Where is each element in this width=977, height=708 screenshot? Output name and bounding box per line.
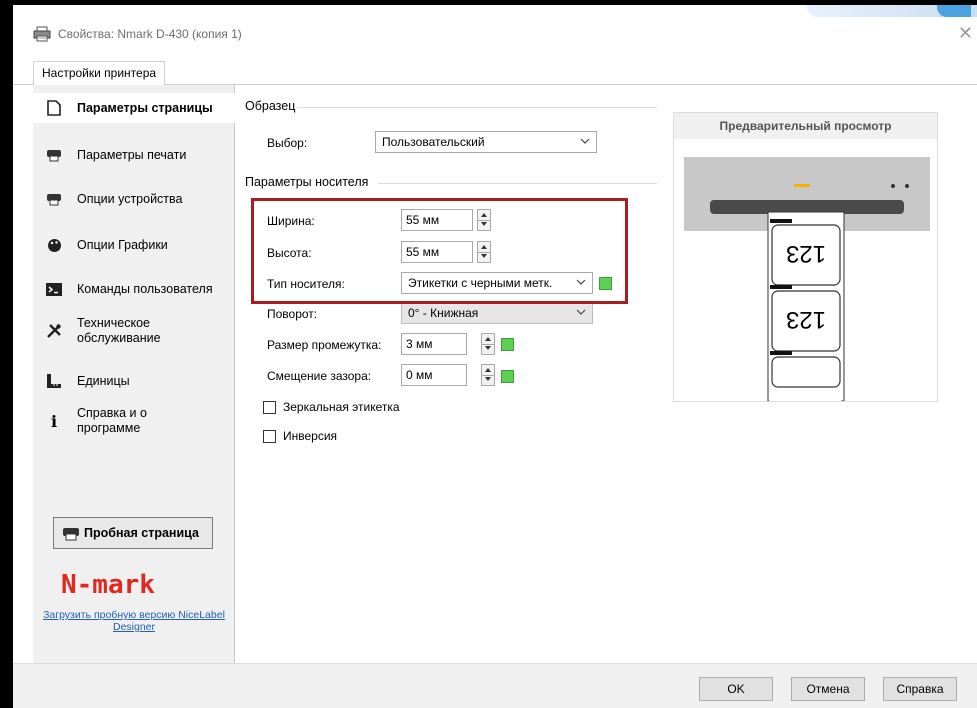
- sidebar-item-label: Параметры печати: [77, 147, 187, 162]
- sidebar-item-user-commands[interactable]: Команды пользователя: [33, 275, 235, 303]
- chevron-down-icon: [580, 138, 590, 144]
- sidebar-item-label: Единицы: [77, 373, 130, 388]
- close-icon[interactable]: ✕: [958, 24, 973, 42]
- rotation-value: 0° - Книжная: [408, 306, 479, 320]
- gap-size-input[interactable]: 3 мм: [401, 333, 467, 355]
- test-page-button[interactable]: Пробная страница: [53, 517, 213, 549]
- sidebar-item-label: Техническое обслуживание: [77, 316, 161, 345]
- background-decoration: [807, 5, 977, 17]
- sidebar: Параметры страницы Параметры печати Опци…: [33, 85, 235, 663]
- sample-group-label: Образец: [245, 99, 296, 113]
- download-nicelabel-link[interactable]: Загрузить пробную версию NiceLabel Desig…: [33, 609, 235, 633]
- label-preview-image: 123 123: [684, 157, 930, 401]
- printer-icon: [63, 528, 79, 541]
- sidebar-item-label: Команды пользователя: [77, 281, 213, 296]
- printer-icon: [45, 191, 63, 207]
- page-icon: [45, 100, 63, 116]
- settings-panel: Параметры страницы Параметры печати Опци…: [33, 85, 977, 663]
- sidebar-item-maintenance[interactable]: Техническое обслуживание: [33, 313, 235, 349]
- nmark-logo: N-mark: [61, 570, 155, 599]
- preview-label-text: 123: [786, 306, 826, 333]
- help-button[interactable]: Справка: [883, 677, 957, 701]
- tab-strip: Настройки принтера: [13, 51, 977, 85]
- invert-checkbox[interactable]: [263, 430, 276, 443]
- rotation-dropdown[interactable]: 0° - Книжная: [401, 302, 593, 324]
- terminal-icon: [45, 281, 63, 297]
- sidebar-item-graphics-options[interactable]: Опции Графики: [33, 231, 235, 259]
- group-divider: [378, 183, 657, 184]
- svg-text:N-mark: N-mark: [61, 570, 155, 599]
- green-indicator: [501, 370, 514, 383]
- sidebar-item-units[interactable]: Единицы: [33, 367, 235, 395]
- gap-size-label: Размер промежутка:: [267, 338, 382, 352]
- preview-label-text: 123: [786, 240, 826, 267]
- sidebar-item-device-options[interactable]: Опции устройства: [33, 185, 235, 213]
- gap-offset-input[interactable]: 0 мм: [401, 364, 467, 386]
- sidebar-item-help-about[interactable]: i Справка и о программе: [33, 401, 235, 441]
- sidebar-item-label: Справка и о программе: [77, 406, 147, 435]
- sidebar-item-label: Параметры страницы: [77, 100, 213, 115]
- media-group-label: Параметры носителя: [245, 175, 369, 189]
- gap-size-stepper[interactable]: [481, 333, 495, 355]
- info-icon: i: [50, 411, 58, 431]
- tab-printer-settings[interactable]: Настройки принтера: [33, 61, 166, 85]
- highlight-frame: [251, 198, 628, 304]
- test-page-label: Пробная страница: [84, 526, 199, 540]
- rotation-label: Поворот:: [267, 307, 318, 321]
- gap-offset-label: Смещение зазора:: [267, 369, 372, 383]
- selection-label: Выбор:: [267, 136, 308, 150]
- sidebar-item-page-settings[interactable]: Параметры страницы: [33, 93, 235, 123]
- mirror-label-text: Зеркальная этикетка: [283, 400, 400, 414]
- ruler-icon: [45, 373, 63, 389]
- window-title: Свойства: Nmark D-430 (копия 1): [58, 27, 242, 41]
- preview-panel: Предварительный просмотр 123 123: [673, 112, 938, 402]
- invert-text: Инверсия: [283, 429, 338, 443]
- ok-button[interactable]: OK: [699, 677, 773, 701]
- sidebar-item-label: Опции Графики: [77, 237, 168, 252]
- chevron-down-icon: [576, 309, 586, 315]
- cancel-button[interactable]: Отмена: [791, 677, 865, 701]
- tools-icon: [45, 323, 63, 339]
- palette-icon: [45, 237, 63, 253]
- properties-window: Свойства: Nmark D-430 (копия 1) ✕ Настро…: [13, 5, 977, 708]
- selection-value: Пользовательский: [382, 135, 485, 149]
- green-indicator: [501, 338, 514, 351]
- title-bar: Свойства: Nmark D-430 (копия 1) ✕: [13, 17, 977, 51]
- gap-offset-stepper[interactable]: [481, 364, 495, 386]
- sidebar-item-label: Опции устройства: [77, 191, 183, 206]
- printer-icon: [33, 26, 51, 42]
- selection-dropdown[interactable]: Пользовательский: [375, 131, 597, 153]
- mirror-label-checkbox[interactable]: [263, 401, 276, 414]
- sidebar-item-print-settings[interactable]: Параметры печати: [33, 141, 235, 169]
- preview-header: Предварительный просмотр: [674, 113, 937, 139]
- dialog-buttons-bar: OK Отмена Справка: [13, 663, 977, 708]
- printer-icon: [45, 147, 63, 163]
- group-divider: [297, 107, 657, 108]
